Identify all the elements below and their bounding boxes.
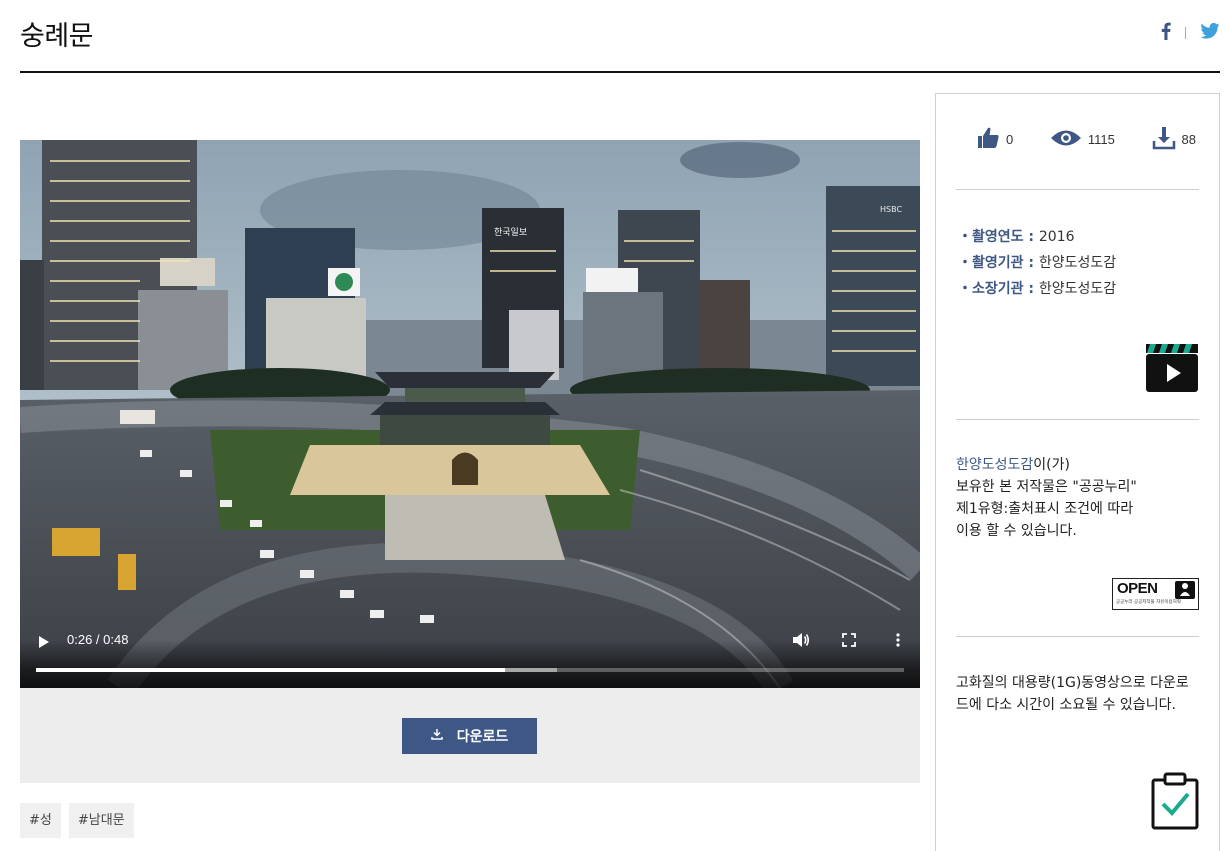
- license-org[interactable]: 한양도성도감: [956, 457, 1033, 473]
- meta-row-year: ・촬영연도 : 2016: [958, 229, 1075, 245]
- stats-row: 0 1115 88: [976, 126, 1196, 153]
- meta-key: 소장기관: [972, 281, 1024, 297]
- clipboard-check-icon: [1151, 772, 1199, 834]
- video-frame: HSBC 한국일보: [20, 140, 920, 688]
- like-count: 0: [1006, 132, 1014, 147]
- twitter-icon[interactable]: [1200, 22, 1220, 43]
- license-line: 보유한 본 저작물은 "공공누리": [956, 479, 1137, 495]
- license-line: 이용 할 수 있습니다.: [956, 523, 1077, 539]
- kogl-open-badge[interactable]: OPEN 공공누리 공공저작물 자유이용허락: [1112, 578, 1199, 610]
- download-count: 88: [1181, 132, 1196, 147]
- video-progress-bar[interactable]: [36, 668, 904, 672]
- view-count: 1115: [1087, 132, 1115, 147]
- license-suffix: 이(가): [1033, 457, 1070, 473]
- download-button[interactable]: 다운로드: [402, 718, 537, 754]
- video-controls: 0:26 / 0:48: [20, 632, 920, 688]
- volume-icon[interactable]: [792, 632, 810, 652]
- video-player[interactable]: HSBC 한국일보 0:26 / 0:48: [20, 140, 920, 688]
- eye-icon: [1050, 129, 1082, 150]
- tag-item[interactable]: #성: [20, 803, 61, 838]
- thumbs-up-icon: [976, 126, 1000, 153]
- facebook-icon[interactable]: [1161, 22, 1171, 44]
- license-line: 제1유형:출처표시 조건에 따라: [956, 501, 1134, 517]
- scene-sign-hsbc: HSBC: [880, 205, 902, 214]
- like-stat[interactable]: 0: [976, 126, 1013, 153]
- meta-row-holder: ・소장기관 : 한양도성도감: [958, 281, 1117, 297]
- metadata-list: ・촬영연도 : 2016 ・촬영기관 : 한양도성도감 ・소장기관 : 한양도성…: [958, 224, 1116, 302]
- meta-row-producer: ・촬영기관 : 한양도성도감: [958, 255, 1117, 271]
- download-note: 고화질의 대용량(1G)동영상으로 다운로드에 다소 시간이 소요될 수 있습니…: [956, 675, 1189, 713]
- divider: [956, 189, 1199, 190]
- divider: [956, 419, 1199, 420]
- download-stat: 88: [1152, 126, 1196, 153]
- tag-item[interactable]: #남대문: [68, 803, 134, 838]
- scene-sign-hankook: 한국일보: [494, 227, 527, 238]
- meta-value: 한양도성도감: [1038, 281, 1117, 297]
- fullscreen-icon[interactable]: [842, 632, 856, 651]
- divider: [956, 636, 1199, 637]
- download-panel: 다운로드: [20, 688, 920, 783]
- more-options-icon[interactable]: [896, 632, 900, 651]
- meta-value: 2016: [1038, 229, 1075, 245]
- download-label: 다운로드: [456, 729, 509, 745]
- view-stat: 1115: [1050, 129, 1115, 150]
- share-links: [1161, 22, 1220, 44]
- license-text: 한양도성도감이(가) 보유한 본 저작물은 "공공누리" 제1유형:출처표시 조…: [956, 454, 1201, 542]
- video-progress-fill: [36, 668, 505, 672]
- download-icon: [430, 728, 443, 744]
- meta-key: 촬영기관: [972, 255, 1024, 271]
- page-title: 숭례문: [20, 21, 94, 52]
- meta-value: 한양도성도감: [1038, 255, 1117, 271]
- tag-list: #성 #남대문: [20, 803, 134, 838]
- play-icon[interactable]: [38, 634, 54, 652]
- kogl-person-icon: [1175, 581, 1195, 599]
- share-divider: [1185, 27, 1186, 39]
- header: 숭례문: [20, 0, 1220, 73]
- kogl-badge-subtext: 공공누리 공공저작물 자유이용허락: [1116, 600, 1181, 605]
- kogl-badge-text: OPEN: [1117, 580, 1158, 597]
- info-sidebar: 0 1115 88 ・촬영연도 : 2016 ・촬영기관 : 한양도성도감 ・소…: [935, 93, 1220, 851]
- video-time: 0:26 / 0:48: [67, 632, 129, 647]
- download-count-icon: [1152, 126, 1176, 153]
- video-clapper-icon: [1145, 340, 1199, 398]
- meta-key: 촬영연도: [972, 229, 1024, 245]
